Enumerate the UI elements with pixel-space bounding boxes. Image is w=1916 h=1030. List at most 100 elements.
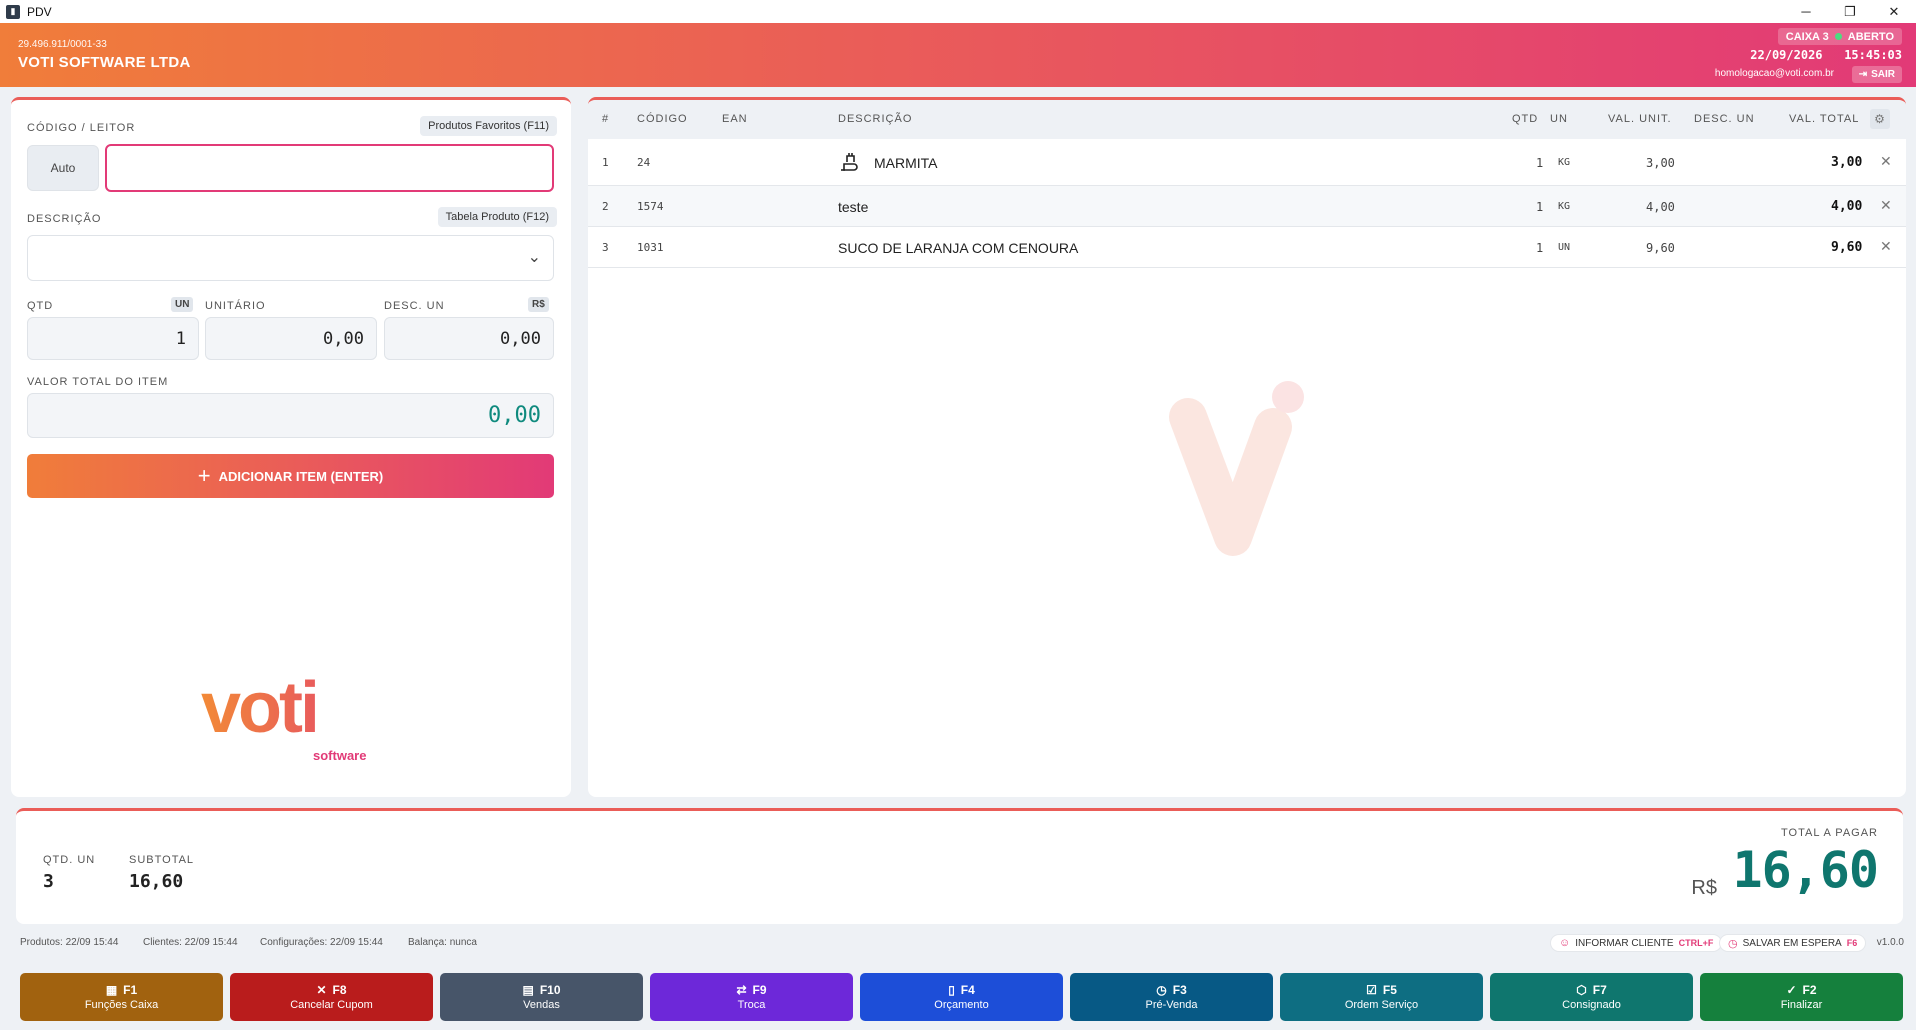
desc-un-input[interactable]: 0,00 xyxy=(384,317,554,360)
remove-item-icon[interactable]: ✕ xyxy=(1880,197,1892,214)
row-val-unit: 4,00 xyxy=(1646,200,1675,214)
window-title: PDV xyxy=(27,4,52,19)
fkey-f8-button[interactable]: ✕ F8 Cancelar Cupom xyxy=(230,973,433,1021)
status-bar: Produtos: 22/09 15:44 Clientes: 22/09 15… xyxy=(0,930,1916,954)
app-header: 29.496.911/0001-33 VOTI SOFTWARE LTDA CA… xyxy=(0,23,1916,87)
qtd-unit-badge[interactable]: UN xyxy=(171,297,194,312)
fkey-f7-button[interactable]: ⬡ F7 Consignado xyxy=(1490,973,1693,1021)
logout-button[interactable]: ⇥ SAIR xyxy=(1851,66,1902,83)
table-row[interactable]: 3 1031 SUCO DE LARANJA COM CENOURA 1 UN … xyxy=(588,227,1906,268)
function-keys-bar: ▦ F1 Funções Caixa ✕ F8 Cancelar Cupom ▤ F1… xyxy=(0,968,1916,1024)
fkey-label: Pré-Venda xyxy=(1145,999,1198,1011)
restore-icon[interactable]: ❐ xyxy=(1828,0,1872,23)
voti-watermark-icon xyxy=(1169,381,1304,556)
plus-icon: + xyxy=(197,463,211,488)
fkey-f5-button[interactable]: ☑ F5 Ordem Serviço xyxy=(1280,973,1483,1021)
fkey-label: Vendas xyxy=(523,999,560,1011)
fkey-f4-button[interactable]: ▯ F4 Orçamento xyxy=(860,973,1063,1021)
col-val-total: VAL. TOTAL xyxy=(1789,113,1860,125)
gear-icon[interactable]: ⚙ xyxy=(1870,109,1890,129)
row-descricao: teste xyxy=(838,199,869,215)
sync-configuracoes: Configurações: 22/09 15:44 xyxy=(260,937,383,948)
logout-label: SAIR xyxy=(1871,69,1895,80)
clock-icon: ◷ xyxy=(1728,937,1738,950)
qtd-un-value: 3 xyxy=(43,871,54,892)
row-un: UN xyxy=(1558,242,1571,253)
logout-icon: ⇥ xyxy=(1858,69,1868,80)
fkey-f3-button[interactable]: ◷ F3 Pré-Venda xyxy=(1070,973,1273,1021)
logo-text: voti xyxy=(201,672,401,744)
descricao-select[interactable]: ⌄ xyxy=(27,235,554,281)
table-header: # CÓDIGO EAN DESCRIÇÃO QTD UN VAL. UNIT.… xyxy=(588,100,1906,139)
salvar-espera-button[interactable]: ◷ SALVAR EM ESPERA F6 xyxy=(1719,934,1867,952)
codigo-input[interactable] xyxy=(105,144,554,192)
company-name: VOTI SOFTWARE LTDA xyxy=(18,54,191,71)
row-un: KG xyxy=(1558,157,1571,168)
fkey-key: F2 xyxy=(1802,983,1817,997)
unitario-label: UNITÁRIO xyxy=(205,300,266,312)
clipboard-check-icon: ☑ xyxy=(1366,983,1377,997)
col-descricao: DESCRIÇÃO xyxy=(838,113,913,125)
minimize-icon[interactable]: ─ xyxy=(1784,0,1828,23)
row-qtd: 1 xyxy=(1536,156,1544,170)
fkey-f9-button[interactable]: ⇄ F9 Troca xyxy=(650,973,853,1021)
fkey-key: F5 xyxy=(1382,983,1397,997)
datetime: 22/09/2026 15:45:03 xyxy=(1750,48,1902,62)
items-table-panel: # CÓDIGO EAN DESCRIÇÃO QTD UN VAL. UNIT.… xyxy=(588,97,1906,797)
codigo-label: CÓDIGO / LEITOR xyxy=(27,122,136,134)
box-icon: ⬡ xyxy=(1576,983,1587,997)
tabela-produto-button[interactable]: Tabela Produto (F12) xyxy=(437,207,557,227)
item-entry-panel: CÓDIGO / LEITOR Produtos Favoritos (F11)… xyxy=(11,97,571,797)
close-window-icon[interactable]: ✕ xyxy=(1872,0,1916,23)
unitario-input[interactable]: 0,00 xyxy=(205,317,377,360)
remove-item-icon[interactable]: ✕ xyxy=(1880,153,1892,170)
informar-cliente-button[interactable]: ☺ INFORMAR CLIENTE CTRL+F xyxy=(1550,934,1723,952)
informar-cliente-label: INFORMAR CLIENTE xyxy=(1575,937,1674,949)
fkey-key: F7 xyxy=(1592,983,1607,997)
produtos-favoritos-button[interactable]: Produtos Favoritos (F11) xyxy=(420,116,557,136)
receipt-icon: ▤ xyxy=(522,983,534,997)
remove-item-icon[interactable]: ✕ xyxy=(1880,238,1892,255)
total-pagar-value: 16,60 xyxy=(1732,841,1879,899)
table-row[interactable]: 2 1574 teste 1 KG 4,00 4,00 ✕ xyxy=(588,186,1906,227)
company-cnpj: 29.496.911/0001-33 xyxy=(18,39,107,50)
col-codigo: CÓDIGO xyxy=(637,113,688,125)
row-val-unit: 3,00 xyxy=(1646,156,1675,170)
header-time: 15:45:03 xyxy=(1844,48,1902,62)
adicionar-item-button[interactable]: + ADICIONAR ITEM (ENTER) xyxy=(27,454,554,498)
status-dot-icon xyxy=(1834,33,1842,40)
row-un: KG xyxy=(1558,201,1571,212)
user-email: homologacao@voti.com.br xyxy=(1714,68,1834,79)
subtotal-value: 16,60 xyxy=(129,871,184,892)
fkey-label: Ordem Serviço xyxy=(1344,999,1419,1011)
app-version: v1.0.0 xyxy=(1876,937,1904,948)
currency-label: R$ xyxy=(1691,877,1717,899)
row-val-total: 3,00 xyxy=(1831,155,1863,170)
qtd-input[interactable]: 1 xyxy=(27,317,199,360)
subtotal-label: SUBTOTAL xyxy=(129,854,195,866)
fkey-key: F9 xyxy=(752,983,767,997)
table-row[interactable]: 1 24 MARMITA 1 KG 3,00 3,00 ✕ xyxy=(588,139,1906,186)
col-num: # xyxy=(602,113,610,125)
col-un: UN xyxy=(1550,113,1568,125)
sync-produtos: Produtos: 22/09 15:44 xyxy=(20,937,119,948)
fkey-label: Troca xyxy=(737,999,766,1011)
fkey-f2-button[interactable]: ✓ F2 Finalizar xyxy=(1700,973,1903,1021)
valor-total-label: VALOR TOTAL DO ITEM xyxy=(27,376,169,388)
fkey-key: F1 xyxy=(123,983,138,997)
col-ean: EAN xyxy=(722,113,748,125)
informar-cliente-shortcut: CTRL+F xyxy=(1678,938,1714,948)
fkey-label: Finalizar xyxy=(1780,999,1823,1011)
caixa-status-badge: CAIXA 3 ABERTO xyxy=(1777,28,1902,45)
voti-logo: voti software xyxy=(201,672,401,772)
fkey-key: F10 xyxy=(539,983,561,997)
row-val-unit: 9,60 xyxy=(1646,241,1675,255)
descricao-label: DESCRIÇÃO xyxy=(27,213,102,225)
desc-unit-badge[interactable]: R$ xyxy=(528,297,549,312)
auto-button[interactable]: Auto xyxy=(27,145,99,191)
fkey-f10-button[interactable]: ▤ F10 Vendas xyxy=(440,973,643,1021)
row-num: 2 xyxy=(602,200,609,213)
row-val-total: 9,60 xyxy=(1831,240,1863,255)
fkey-f1-button[interactable]: ▦ F1 Funções Caixa xyxy=(20,973,223,1021)
row-descricao: SUCO DE LARANJA COM CENOURA xyxy=(838,240,1079,256)
